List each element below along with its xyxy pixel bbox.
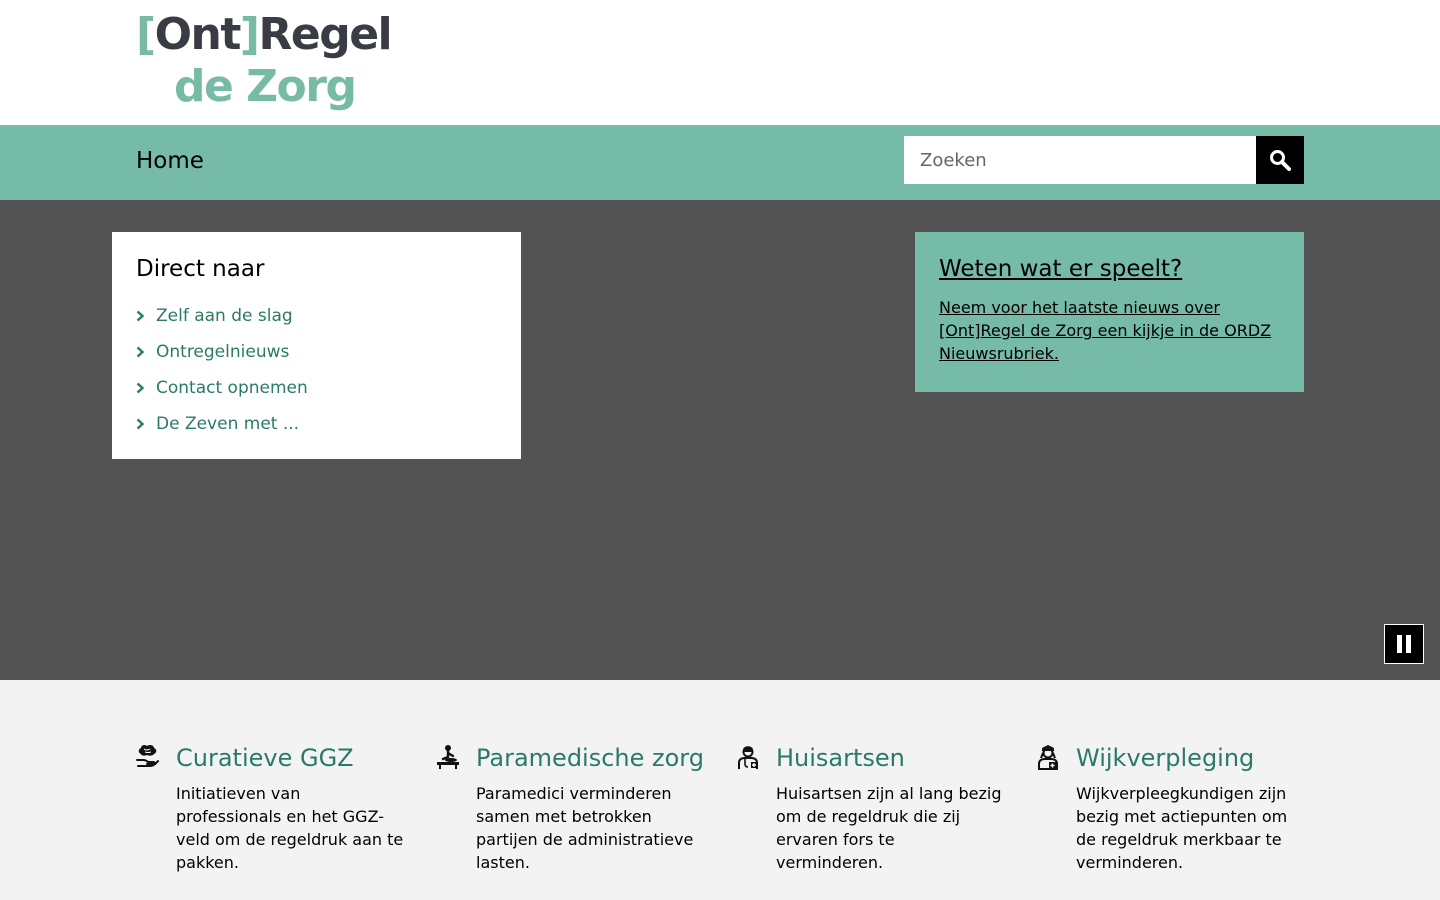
- chevron-right-icon: [136, 309, 156, 323]
- carousel-pause-button[interactable]: [1384, 624, 1424, 664]
- chevron-right-icon: [136, 381, 156, 395]
- tile-title[interactable]: Paramedische zorg: [476, 742, 704, 774]
- search-input[interactable]: [904, 136, 1256, 184]
- logo-line2: de Zorg: [174, 61, 357, 112]
- search-icon: [1270, 150, 1291, 171]
- logo-line1: [Ont]Regel: [136, 9, 393, 60]
- tile-title[interactable]: Curatieve GGZ: [176, 742, 354, 774]
- direct-naar-list: Zelf aan de slag Ontregelnieuws Contact …: [136, 298, 497, 442]
- brain-hand-icon: [136, 744, 160, 770]
- nurse-icon: [1036, 744, 1060, 770]
- tile-title[interactable]: Huisartsen: [776, 742, 905, 774]
- site-logo[interactable]: [Ont]Regel de Zorg: [136, 9, 393, 114]
- direct-naar-item: Ontregelnieuws: [136, 334, 497, 370]
- chevron-right-icon: [136, 417, 156, 431]
- tile-description: Huisartsen zijn al lang bezig om de rege…: [776, 784, 1002, 872]
- search-button[interactable]: [1256, 136, 1304, 184]
- direct-naar-item: Contact opnemen: [136, 370, 497, 406]
- news-text-link[interactable]: Neem voor het laatste nieuws over [Ont]R…: [939, 296, 1280, 365]
- nav-home-link[interactable]: Home: [136, 145, 204, 177]
- chevron-right-icon: [136, 345, 156, 359]
- link-ontregelnieuws[interactable]: Ontregelnieuws: [156, 342, 289, 362]
- hero-carousel: Direct naar Zelf aan de slag Ontregelnie…: [0, 200, 1440, 680]
- tile-title[interactable]: Wijkverpleging: [1076, 742, 1254, 774]
- direct-naar-item: Zelf aan de slag: [136, 298, 497, 334]
- tile-description: Initiatieven van professionals en het GG…: [176, 784, 404, 872]
- link-zelf-aan-de-slag[interactable]: Zelf aan de slag: [156, 306, 293, 326]
- direct-naar-title: Direct naar: [136, 256, 265, 282]
- tile-description: Paramedici verminderen samen met betrokk…: [476, 784, 694, 872]
- pause-icon: [1397, 635, 1402, 653]
- link-contact-opnemen[interactable]: Contact opnemen: [156, 378, 308, 398]
- massage-table-icon: [436, 744, 460, 770]
- sector-tiles: Curatieve GGZ Initiatieven van professio…: [0, 680, 1440, 900]
- doctor-icon: [736, 744, 760, 770]
- main-nav: Home: [0, 125, 1440, 200]
- site-header: [Ont]Regel de Zorg: [0, 0, 1440, 125]
- news-title-link[interactable]: Weten wat er speelt?: [939, 254, 1280, 284]
- news-callout: Weten wat er speelt? Neem voor het laats…: [915, 232, 1304, 392]
- direct-naar-item: De Zeven met ...: [136, 406, 497, 442]
- direct-naar-panel: Direct naar Zelf aan de slag Ontregelnie…: [112, 232, 521, 459]
- pause-icon-bar: [1406, 635, 1411, 653]
- tile-description: Wijkverpleegkundigen zijn bezig met acti…: [1076, 784, 1288, 872]
- link-de-zeven-met[interactable]: De Zeven met ...: [156, 414, 299, 434]
